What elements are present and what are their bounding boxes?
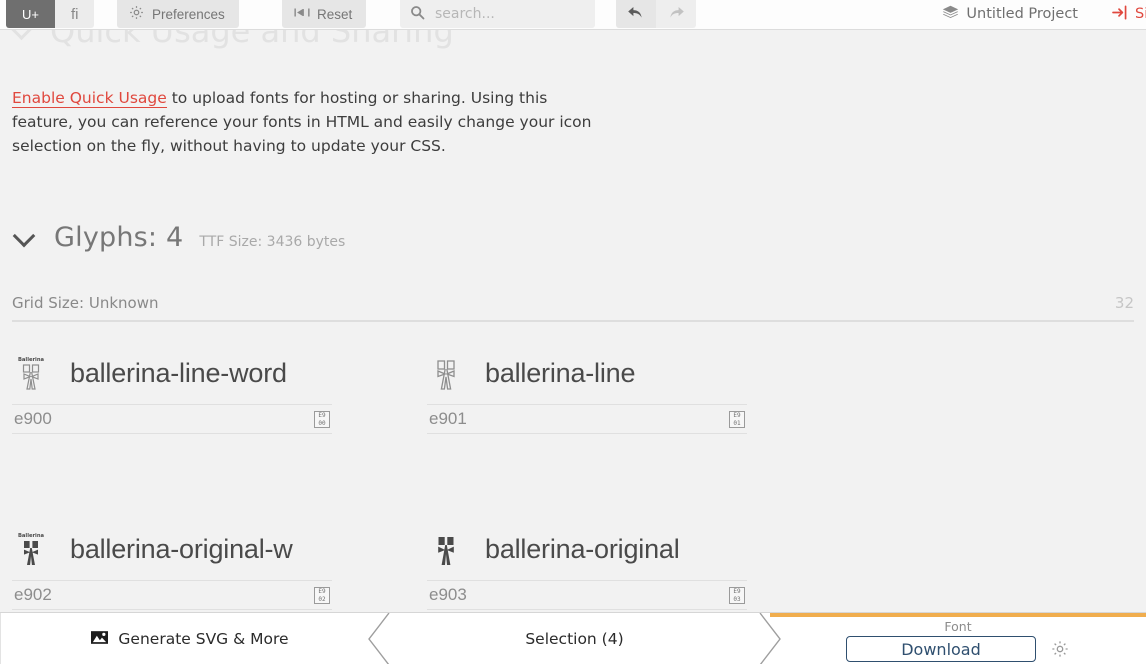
codepoint-bottom: 02 bbox=[318, 595, 326, 603]
glyph-item[interactable]: ballerina-original e903 E9 03 bbox=[427, 518, 842, 612]
reset-arrow-icon bbox=[294, 6, 310, 22]
grid-size-slider[interactable]: Grid Size: Unknown 32 bbox=[12, 294, 1134, 322]
ballerina-line-word-icon: Ballerina bbox=[14, 354, 48, 392]
font-tab-label: Font bbox=[944, 619, 972, 634]
glyph-header: Ballerina ballerina-line-word bbox=[12, 342, 427, 404]
undo-button[interactable] bbox=[616, 0, 656, 28]
preferences-button-group: Preferences bbox=[117, 0, 239, 28]
selection-tab[interactable]: Selection (4) bbox=[379, 612, 781, 664]
glyph-code[interactable]: e901 bbox=[429, 409, 467, 429]
glyph-item[interactable]: Ballerina ballerina-original-w e902 E9 0… bbox=[12, 518, 427, 612]
codepoint-box-icon: E9 00 bbox=[314, 410, 330, 428]
mode-button-group: U+ fi bbox=[6, 0, 95, 28]
project-selector[interactable]: Untitled Project bbox=[942, 0, 1078, 28]
codepoint-box-icon: E9 03 bbox=[729, 586, 745, 604]
quick-usage-heading-label: Quick Usage and Sharing bbox=[50, 30, 454, 50]
codepoint-top: E9 bbox=[318, 411, 326, 419]
redo-button[interactable] bbox=[656, 0, 696, 28]
svg-text:Ballerina: Ballerina bbox=[18, 357, 45, 363]
codepoint-box-icon: E9 02 bbox=[314, 586, 330, 604]
grid-size-label: Grid Size: Unknown bbox=[12, 294, 159, 312]
glyph-name: ballerina-line-word bbox=[70, 357, 287, 388]
grid-size-value: 32 bbox=[1114, 294, 1134, 312]
ballerina-line-icon bbox=[429, 354, 463, 392]
glyph-code-row: e901 E9 01 bbox=[427, 404, 747, 434]
glyph-header: ballerina-original bbox=[427, 518, 842, 580]
glyph-name: ballerina-original-w bbox=[70, 533, 293, 564]
glyph-header: ballerina-line bbox=[427, 342, 842, 404]
search-icon bbox=[410, 5, 425, 24]
codepoint-bottom: 03 bbox=[733, 595, 741, 603]
glyph-code[interactable]: e903 bbox=[429, 585, 467, 605]
generate-svg-tab[interactable]: Generate SVG & More bbox=[0, 612, 390, 664]
selection-label: Selection (4) bbox=[525, 630, 624, 648]
glyph-item[interactable]: ballerina-line e901 E9 01 bbox=[427, 342, 842, 518]
glyph-code[interactable]: e900 bbox=[14, 409, 52, 429]
download-button[interactable]: Download bbox=[846, 636, 1036, 662]
chevron-down-icon bbox=[12, 30, 34, 42]
glyph-name: ballerina-original bbox=[485, 533, 680, 564]
glyphs-count-label: Glyphs: 4 bbox=[54, 222, 184, 253]
sign-in-button[interactable]: Sign bbox=[1112, 0, 1146, 28]
ligature-mode-button[interactable]: fi bbox=[54, 0, 95, 28]
main-content: Quick Usage and Sharing Enable Quick Usa… bbox=[0, 30, 1146, 612]
history-button-group bbox=[616, 0, 696, 28]
image-icon bbox=[91, 630, 109, 649]
codepoint-mode-button[interactable]: U+ bbox=[6, 0, 55, 28]
generate-svg-label: Generate SVG & More bbox=[118, 630, 289, 648]
glyph-code-row: e900 E9 00 bbox=[12, 404, 332, 434]
preferences-label: Preferences bbox=[152, 6, 225, 22]
enable-quick-usage-link[interactable]: Enable Quick Usage bbox=[12, 88, 167, 108]
glyph-code[interactable]: e902 bbox=[14, 585, 52, 605]
glyph-code-row: e902 E9 02 bbox=[12, 580, 332, 610]
reset-button-group: Reset bbox=[282, 0, 367, 28]
svg-text:Ballerina: Ballerina bbox=[18, 533, 45, 539]
sign-in-icon bbox=[1112, 4, 1129, 24]
codepoint-box-icon: E9 01 bbox=[729, 410, 745, 428]
font-settings-gear-icon[interactable] bbox=[1050, 639, 1070, 659]
chevron-down-icon bbox=[12, 225, 38, 251]
gear-icon bbox=[129, 5, 144, 23]
project-name-label: Untitled Project bbox=[966, 6, 1078, 22]
quick-usage-heading: Quick Usage and Sharing bbox=[12, 30, 454, 50]
reset-button[interactable]: Reset bbox=[282, 0, 367, 28]
preferences-button[interactable]: Preferences bbox=[117, 0, 239, 28]
ballerina-original-word-icon: Ballerina bbox=[14, 530, 48, 568]
sign-in-label: Sign bbox=[1135, 6, 1146, 22]
glyph-header: Ballerina ballerina-original-w bbox=[12, 518, 427, 580]
layers-icon bbox=[942, 5, 959, 24]
glyph-code-row: e903 E9 03 bbox=[427, 580, 747, 610]
codepoint-top: E9 bbox=[733, 587, 741, 595]
redo-arrow-icon bbox=[667, 5, 685, 23]
bottom-toolbar: Generate SVG & More Selection (4) Font D… bbox=[0, 612, 1146, 664]
glyph-grid: Ballerina ballerina-line-word e900 E9 00… bbox=[12, 342, 1134, 612]
reset-label: Reset bbox=[317, 6, 353, 22]
undo-arrow-icon bbox=[627, 5, 645, 23]
quick-usage-description: Enable Quick Usage to upload fonts for h… bbox=[12, 86, 592, 158]
top-toolbar: U+ fi Preferences Reset search... Untitl… bbox=[0, 0, 1146, 30]
font-tab[interactable]: Font Download bbox=[770, 613, 1146, 664]
glyph-name: ballerina-line bbox=[485, 357, 636, 388]
glyphs-section-header[interactable]: Glyphs: 4 TTF Size: 3436 bytes bbox=[12, 222, 345, 253]
codepoint-bottom: 01 bbox=[733, 419, 741, 427]
search-input[interactable] bbox=[433, 1, 587, 27]
codepoint-top: E9 bbox=[733, 411, 741, 419]
icomoon-app: Quick Usage and Sharing Enable Quick Usa… bbox=[0, 0, 1146, 664]
search-box[interactable] bbox=[400, 0, 595, 28]
ballerina-original-icon bbox=[429, 530, 463, 568]
codepoint-bottom: 00 bbox=[318, 419, 326, 427]
ttf-size-label: TTF Size: 3436 bytes bbox=[199, 234, 346, 250]
font-actions: Download bbox=[846, 636, 1070, 662]
codepoint-top: E9 bbox=[318, 587, 326, 595]
glyph-item[interactable]: Ballerina ballerina-line-word e900 E9 00 bbox=[12, 342, 427, 518]
